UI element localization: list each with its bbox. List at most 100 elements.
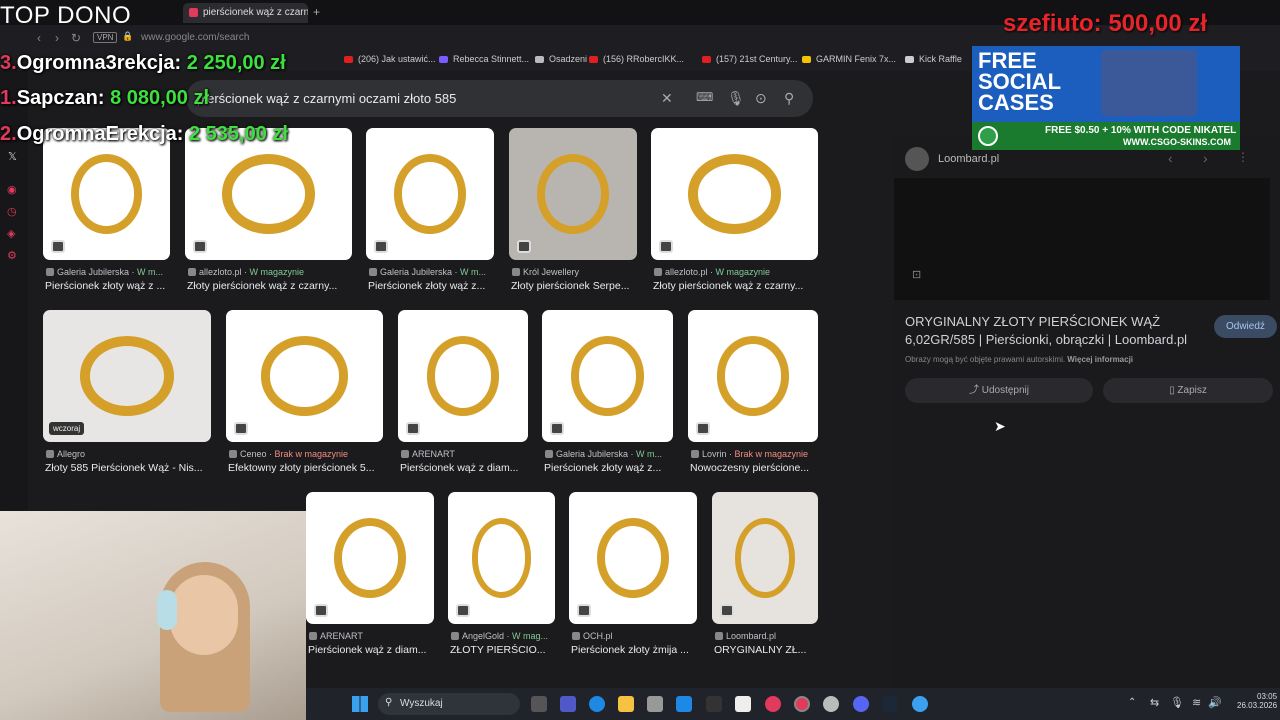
wifi-icon[interactable]: ≋ <box>1192 696 1201 709</box>
back-icon[interactable]: ‹ <box>37 31 41 45</box>
more-info-link[interactable]: Więcej informacji <box>1067 355 1133 364</box>
mic-icon[interactable]: 🎙 <box>727 90 745 107</box>
result-title[interactable]: Pierścionek złoty wąż z... <box>544 462 677 474</box>
result-source[interactable]: Galeria Jubilerska · W m... <box>545 449 676 459</box>
lock-icon[interactable]: 🔒 <box>122 31 133 42</box>
obs-icon[interactable] <box>823 696 839 712</box>
sidebar-icon-1[interactable]: ◉ <box>7 183 17 196</box>
edge-icon[interactable] <box>589 696 605 712</box>
store-icon[interactable] <box>647 696 663 712</box>
result-image[interactable] <box>398 310 528 442</box>
next-icon[interactable]: › <box>1203 150 1208 166</box>
bookmark-item[interactable]: GARMIN Fenix 7x... <box>802 54 896 64</box>
prev-icon[interactable]: ‹ <box>1168 150 1173 166</box>
result-title[interactable]: Pierścionek wąż z diam... <box>400 462 532 474</box>
teams-icon[interactable] <box>560 696 576 712</box>
result-image[interactable] <box>185 128 352 260</box>
result-image[interactable] <box>712 492 818 624</box>
new-tab-button[interactable]: + <box>313 5 320 19</box>
result-source[interactable]: AngelGold · W mag... <box>451 631 558 641</box>
bookmark-item[interactable]: Rebecca Stinnett... <box>439 54 529 64</box>
result-source[interactable]: allezloto.pl · W magazynie <box>188 267 355 277</box>
app-icon[interactable] <box>735 696 751 712</box>
mic-tray-icon[interactable]: 🎙 <box>1170 696 1184 709</box>
result-source[interactable]: Galeria Jubilerska · W m... <box>369 267 497 277</box>
result-title[interactable]: Złoty pierścionek Serpe... <box>511 280 641 292</box>
vpn-badge[interactable]: VPN <box>93 32 118 43</box>
result-title[interactable]: ZŁOTY PIERŚCIO... <box>450 644 559 656</box>
result-title[interactable]: Pierścionek złoty wąż z ... <box>45 280 174 292</box>
result-source[interactable]: Loombard.pl <box>715 631 821 641</box>
result-image[interactable] <box>509 128 637 260</box>
result-source[interactable]: Allegro <box>46 449 214 459</box>
result-source[interactable]: Galeria Jubilerska · W m... <box>46 267 173 277</box>
preview-site[interactable]: Loombard.pl <box>938 153 999 165</box>
bookmark-item[interactable]: (206) Jak ustawić... <box>344 54 436 64</box>
tray-chevron-icon[interactable]: ⌃ <box>1128 697 1136 708</box>
result-image[interactable] <box>306 492 434 624</box>
result-image[interactable] <box>448 492 555 624</box>
result-title[interactable]: ORYGINALNY ZŁ... <box>714 644 822 656</box>
share-button[interactable]: ⤴ Udostępnij <box>905 378 1093 403</box>
result-title[interactable]: Pierścionek złoty wąż z... <box>368 280 498 292</box>
clear-icon[interactable]: ✕ <box>661 90 673 107</box>
more-icon[interactable]: ⋮ <box>1237 150 1249 164</box>
steam-icon[interactable] <box>882 696 898 712</box>
bookmark-item[interactable]: (157) 21st Century... <box>702 54 797 64</box>
result-source[interactable]: Król Jewellery <box>512 267 640 277</box>
result-image[interactable] <box>542 310 673 442</box>
x-icon[interactable]: 𝕏 <box>8 150 17 163</box>
visit-button[interactable]: Odwiedź <box>1214 315 1277 338</box>
sidebar-icon-3[interactable]: ◈ <box>7 227 15 240</box>
result-title[interactable]: Pierścionek wąż z diam... <box>308 644 438 656</box>
taskbar-search[interactable]: ⚲ Wyszukaj <box>378 693 520 715</box>
result-title[interactable]: Pierścionek złoty żmija ... <box>571 644 701 656</box>
network-icon[interactable]: ⇆ <box>1150 696 1159 709</box>
preview-image[interactable] <box>894 178 1270 300</box>
bookmark-item[interactable]: Osadzeni <box>535 54 587 64</box>
result-image[interactable] <box>43 128 170 260</box>
task-view-icon[interactable] <box>531 696 547 712</box>
result-image[interactable]: wczoraj <box>43 310 211 442</box>
result-title[interactable]: Złoty pierścionek wąż z czarny... <box>653 280 822 292</box>
result-image[interactable] <box>226 310 383 442</box>
result-title[interactable]: Złoty pierścionek wąż z czarny... <box>187 280 356 292</box>
lens-small-icon[interactable]: ⊡ <box>912 268 921 281</box>
result-title[interactable]: Złoty 585 Pierścionek Wąż - Nis... <box>45 462 215 474</box>
forward-icon[interactable]: › <box>55 31 59 45</box>
tab-active[interactable]: pierścionek wąż z czarnymi <box>183 3 308 23</box>
discord-icon[interactable] <box>853 696 869 712</box>
search-input[interactable]: pierścionek wąż z czarnymi oczami złoto … <box>197 91 456 106</box>
result-source[interactable]: ARENART <box>309 631 437 641</box>
app-icon[interactable] <box>706 696 722 712</box>
sidebar-icon-4[interactable]: ⚙ <box>7 249 17 262</box>
lens-icon[interactable]: ⊙ <box>755 90 767 107</box>
result-source[interactable]: ARENART <box>401 449 531 459</box>
sidebar-icon-2[interactable]: ◷ <box>7 205 17 218</box>
result-image[interactable] <box>366 128 494 260</box>
result-source[interactable]: allezloto.pl · W magazynie <box>654 267 821 277</box>
bookmark-item[interactable]: (156) RRobercIKK... <box>589 54 684 64</box>
keyboard-icon[interactable]: ⌨ <box>696 90 713 104</box>
volume-icon[interactable]: 🔊 <box>1208 696 1222 709</box>
globe-icon[interactable] <box>912 696 928 712</box>
bookmark-item[interactable]: Kick Raffle <box>905 54 962 64</box>
result-image[interactable] <box>688 310 818 442</box>
opera-gx-icon[interactable] <box>794 696 810 712</box>
reload-icon[interactable]: ↻ <box>71 31 81 45</box>
opera-icon[interactable] <box>765 696 781 712</box>
windows-start-icon[interactable] <box>352 696 368 712</box>
result-title[interactable]: Nowoczesny pierścione... <box>690 462 822 474</box>
result-source[interactable]: Lovrin · Brak w magazynie <box>691 449 821 459</box>
url-field[interactable]: www.google.com/search <box>141 32 249 43</box>
result-image[interactable] <box>569 492 697 624</box>
clock[interactable]: 03:05 26.03.2026 <box>1237 692 1277 710</box>
save-button[interactable]: ▯ Zapisz <box>1103 378 1273 403</box>
result-image[interactable] <box>651 128 818 260</box>
search-icon[interactable]: ⚲ <box>784 90 794 107</box>
mail-icon[interactable] <box>676 696 692 712</box>
result-title[interactable]: Efektowny złoty pierścionek 5... <box>228 462 387 474</box>
preview-title[interactable]: ORYGINALNY ZŁOTY PIERŚCIONEK WĄŻ 6,02GR/… <box>905 313 1205 349</box>
result-source[interactable]: OCH.pl <box>572 631 700 641</box>
explorer-icon[interactable] <box>618 696 634 712</box>
